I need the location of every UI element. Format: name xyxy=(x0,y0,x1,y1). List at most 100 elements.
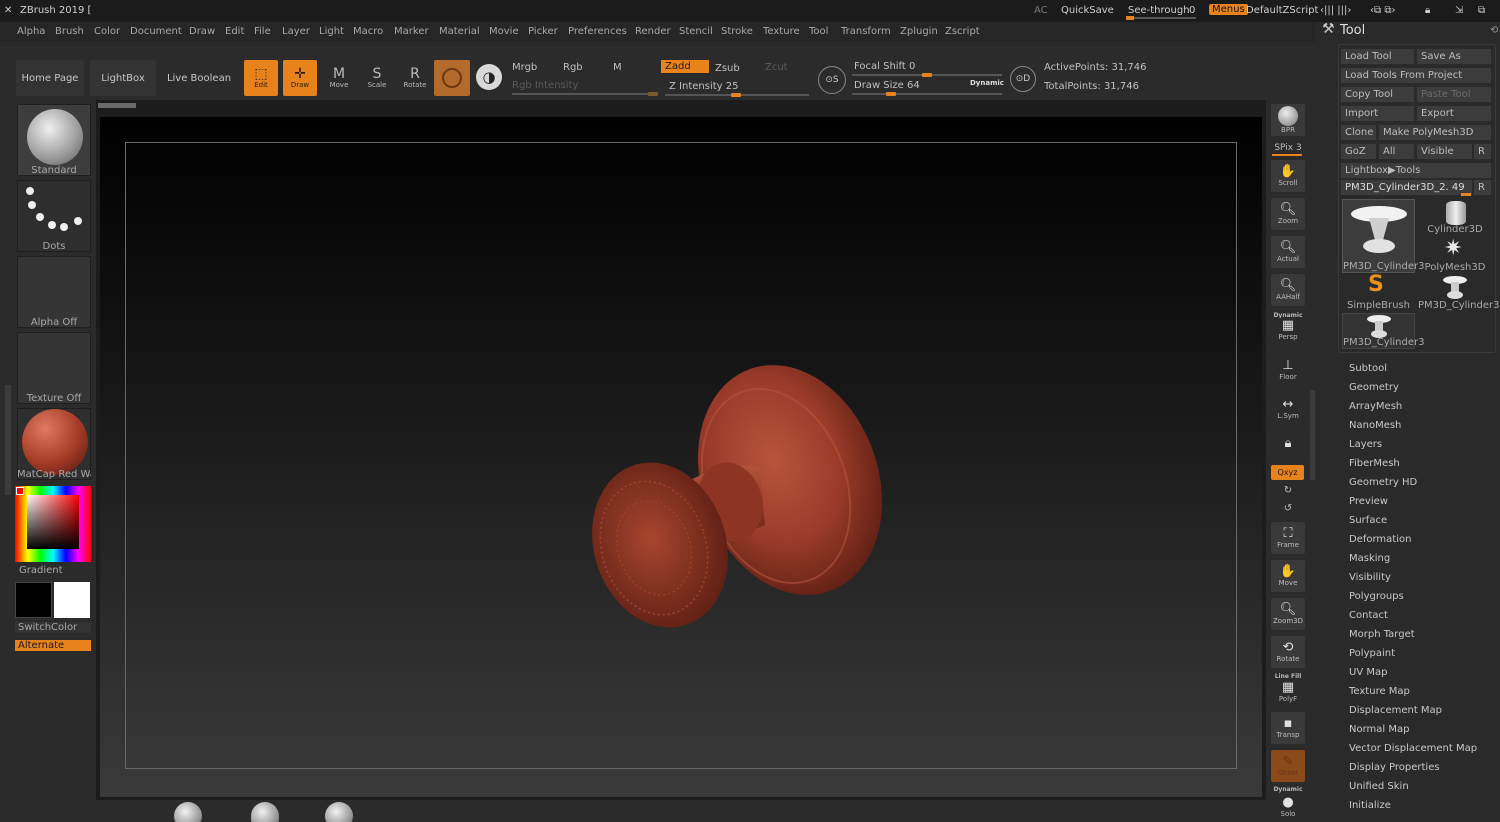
section-surface[interactable]: Surface xyxy=(1349,515,1387,526)
menu-picker[interactable]: Picker xyxy=(528,26,558,37)
draw-size-slider[interactable] xyxy=(852,92,1002,96)
ac-label[interactable]: AC xyxy=(1034,5,1048,16)
menu-stroke[interactable]: Stroke xyxy=(721,26,753,37)
menu-stencil[interactable]: Stencil xyxy=(679,26,713,37)
section-vector-displacement-map[interactable]: Vector Displacement Map xyxy=(1349,743,1477,754)
color-mode-icon[interactable]: ◑ xyxy=(476,64,502,90)
section-normal-map[interactable]: Normal Map xyxy=(1349,724,1409,735)
menu-zscript[interactable]: Zscript xyxy=(945,26,980,37)
quicksave-button[interactable]: QuickSave xyxy=(1061,5,1114,16)
bottom-brush-sphere2-icon[interactable] xyxy=(325,802,353,822)
palette-icon[interactable]: ‹⧉ ⧉› xyxy=(1370,5,1395,16)
edit-button[interactable]: ⬚ Edit xyxy=(244,60,278,96)
dynamic-solo-toggle[interactable]: Dynamic xyxy=(1269,786,1307,793)
save-as-button[interactable]: Save As xyxy=(1417,49,1491,64)
menu-transform[interactable]: Transform xyxy=(841,26,891,37)
rotate-z-icon[interactable]: ↺ xyxy=(1269,503,1307,514)
goz-all-button[interactable]: All xyxy=(1379,144,1414,159)
make-polymesh3d-button[interactable]: Make PolyMesh3D xyxy=(1379,125,1491,140)
lock-icon[interactable]: 🔒︎ xyxy=(1425,5,1430,16)
polyf-button[interactable]: ▦ PolyF xyxy=(1271,680,1305,704)
section-layers[interactable]: Layers xyxy=(1349,439,1382,450)
see-through-label[interactable]: See-through xyxy=(1128,5,1190,16)
rotate-y-icon[interactable]: ↻ xyxy=(1269,485,1307,496)
minimize-icon[interactable]: ⇲ xyxy=(1455,5,1463,16)
z-intensity-slider[interactable] xyxy=(665,93,809,97)
move-view-button[interactable]: ✋ Move xyxy=(1271,560,1305,592)
canvas-scroll-handle[interactable] xyxy=(98,103,136,108)
section-fibermesh[interactable]: FiberMesh xyxy=(1349,458,1400,469)
current-tool-r-button[interactable]: R xyxy=(1474,180,1491,195)
xyz-button[interactable]: Qxyz xyxy=(1271,465,1304,480)
clone-button[interactable]: Clone xyxy=(1341,125,1376,140)
section-contact[interactable]: Contact xyxy=(1349,610,1388,621)
scale-button[interactable]: S Scale xyxy=(360,60,394,96)
mrgb-button[interactable]: Mrgb xyxy=(512,62,537,73)
import-button[interactable]: Import xyxy=(1341,106,1414,121)
restore-icon[interactable]: ⧉ xyxy=(1478,5,1485,16)
home-page-button[interactable]: Home Page xyxy=(16,60,84,96)
lsym-button[interactable]: ↔ L.Sym xyxy=(1271,393,1305,425)
current-tool-slider[interactable]: PM3D_Cylinder3D_2. 49 xyxy=(1341,180,1472,195)
section-uv-map[interactable]: UV Map xyxy=(1349,667,1387,678)
goz-button[interactable]: GoZ xyxy=(1341,144,1376,159)
section-morph-target[interactable]: Morph Target xyxy=(1349,629,1415,640)
paste-tool-button[interactable]: Paste Tool xyxy=(1417,87,1491,102)
menu-tool[interactable]: Tool xyxy=(809,26,828,37)
zcut-button[interactable]: Zcut xyxy=(765,62,788,73)
main-color-swatch[interactable] xyxy=(15,582,52,618)
persp-button[interactable]: ▦ Persp xyxy=(1271,318,1305,342)
section-masking[interactable]: Masking xyxy=(1349,553,1390,564)
draw-size-label[interactable]: Draw Size 64 xyxy=(854,80,920,91)
section-preview[interactable]: Preview xyxy=(1349,496,1388,507)
tool-thumb-pm3d-cylinder-1[interactable]: PM3D_Cylinder3 xyxy=(1342,199,1425,273)
tool-thumb-polymesh3d[interactable]: ✷ PolyMesh3D xyxy=(1418,237,1492,274)
spix-slider[interactable]: SPix 3 xyxy=(1269,143,1307,153)
menu-light[interactable]: Light xyxy=(319,26,344,37)
section-initialize[interactable]: Initialize xyxy=(1349,800,1391,811)
rotate-view-button[interactable]: ⟲ Rotate xyxy=(1271,636,1305,668)
scroll-button[interactable]: ✋ Scroll xyxy=(1271,160,1305,192)
zoom-button[interactable]: 🔍︎ Zoom xyxy=(1271,198,1305,230)
bottom-brush-blob-icon[interactable] xyxy=(251,802,279,822)
tool-thumb-cylinder3d[interactable]: Cylinder3D xyxy=(1418,199,1492,235)
tool-thumb-pm3d-cylinder-2[interactable]: PM3D_Cylinder3 xyxy=(1418,275,1500,311)
secondary-color-swatch[interactable] xyxy=(54,582,90,618)
rotate-button[interactable]: R Rotate xyxy=(398,60,432,96)
focal-shift-slider[interactable] xyxy=(852,73,1002,77)
z-intensity-label[interactable]: Z Intensity 25 xyxy=(669,81,738,92)
menu-macro[interactable]: Macro xyxy=(353,26,383,37)
section-deformation[interactable]: Deformation xyxy=(1349,534,1411,545)
switch-color-button[interactable]: SwitchColor xyxy=(15,622,91,633)
transp-button[interactable]: ▪ Transp xyxy=(1271,712,1305,744)
left-tray-handle[interactable] xyxy=(5,385,11,495)
solo-button[interactable]: ● Solo xyxy=(1271,794,1305,820)
actual-button[interactable]: 🔍︎ Actual xyxy=(1271,236,1305,268)
spix-slider-bar[interactable] xyxy=(1272,154,1302,156)
menu-layer[interactable]: Layer xyxy=(282,26,310,37)
alternate-button[interactable]: Alternate xyxy=(15,640,91,651)
section-displacement-map[interactable]: Displacement Map xyxy=(1349,705,1442,716)
section-polygroups[interactable]: Polygroups xyxy=(1349,591,1404,602)
section-arraymesh[interactable]: ArrayMesh xyxy=(1349,401,1402,412)
zoom3d-button[interactable]: 🔍︎ Zoom3D xyxy=(1271,598,1305,630)
export-button[interactable]: Export xyxy=(1417,106,1491,121)
menus-toggle[interactable]: Menus xyxy=(1209,4,1248,15)
section-nanomesh[interactable]: NanoMesh xyxy=(1349,420,1401,431)
line-fill-toggle[interactable]: Line Fill xyxy=(1269,673,1307,680)
default-zscript-button[interactable]: DefaultZScript xyxy=(1246,5,1318,16)
menu-edit[interactable]: Edit xyxy=(225,26,244,37)
menu-preferences[interactable]: Preferences xyxy=(568,26,627,37)
rgb-intensity-slider[interactable] xyxy=(512,92,658,96)
load-tool-button[interactable]: Load Tool xyxy=(1341,49,1414,64)
menu-draw[interactable]: Draw xyxy=(189,26,215,37)
aahalf-button[interactable]: 🔍︎ AAHalf xyxy=(1271,274,1305,306)
menu-alpha[interactable]: Alpha xyxy=(17,26,45,37)
zadd-button[interactable]: Zadd xyxy=(661,60,709,73)
menu-movie[interactable]: Movie xyxy=(489,26,519,37)
tool-thumb-simplebrush[interactable]: S SimpleBrush xyxy=(1342,273,1415,312)
copy-tool-button[interactable]: Copy Tool xyxy=(1341,87,1414,102)
load-tools-from-project-button[interactable]: Load Tools From Project xyxy=(1341,68,1491,83)
color-saturation-square[interactable] xyxy=(27,495,79,549)
section-polypaint[interactable]: Polypaint xyxy=(1349,648,1395,659)
